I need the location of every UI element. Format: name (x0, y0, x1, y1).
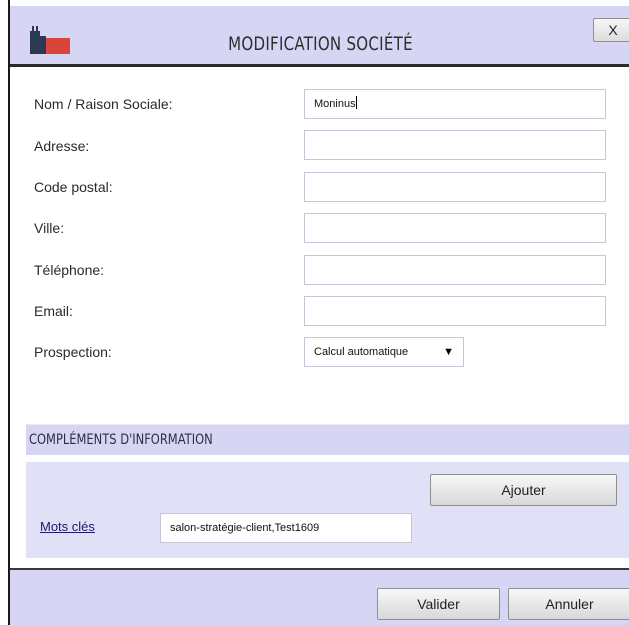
keywords-link[interactable]: Mots clés (40, 519, 95, 534)
code-postal-field[interactable] (304, 172, 606, 202)
dialog-footer: Valider Annuler (10, 570, 629, 625)
nom-value: Moninus (314, 98, 356, 110)
label-telephone: Téléphone: (34, 262, 105, 278)
label-email: Email: (34, 303, 73, 319)
modification-dialog: MODIFICATION SOCIÉTÉ X Nom / Raison Soci… (8, 0, 629, 625)
prospection-select[interactable]: Calcul automatique ▼ (304, 337, 464, 367)
cancel-button[interactable]: Annuler (508, 588, 629, 620)
email-field[interactable] (304, 296, 606, 326)
dropdown-arrow-icon: ▼ (443, 346, 454, 358)
prospection-selected: Calcul automatique (314, 346, 409, 358)
dialog-titlebar: MODIFICATION SOCIÉTÉ X (10, 6, 629, 64)
adresse-field[interactable] (304, 130, 606, 160)
text-caret (355, 96, 357, 109)
label-ville: Ville: (34, 220, 65, 236)
nom-field[interactable]: Moninus (304, 89, 606, 119)
label-code-postal: Code postal: (34, 179, 113, 195)
close-button[interactable]: X (593, 18, 629, 42)
telephone-field[interactable] (304, 255, 606, 285)
keywords-field[interactable]: salon-stratégie-client,Test1609 (160, 513, 412, 543)
label-prospection: Prospection: (34, 344, 112, 360)
ville-field[interactable] (304, 213, 606, 243)
complements-header: COMPLÉMENTS D'INFORMATION (26, 424, 629, 455)
dialog-title: MODIFICATION SOCIÉTÉ (228, 33, 413, 55)
add-button[interactable]: Ajouter (430, 474, 617, 506)
titlebar-divider (10, 64, 629, 67)
complements-title: COMPLÉMENTS D'INFORMATION (29, 432, 213, 448)
validate-button[interactable]: Valider (377, 588, 500, 620)
label-nom: Nom / Raison Sociale: (34, 96, 173, 112)
label-adresse: Adresse: (34, 138, 90, 154)
